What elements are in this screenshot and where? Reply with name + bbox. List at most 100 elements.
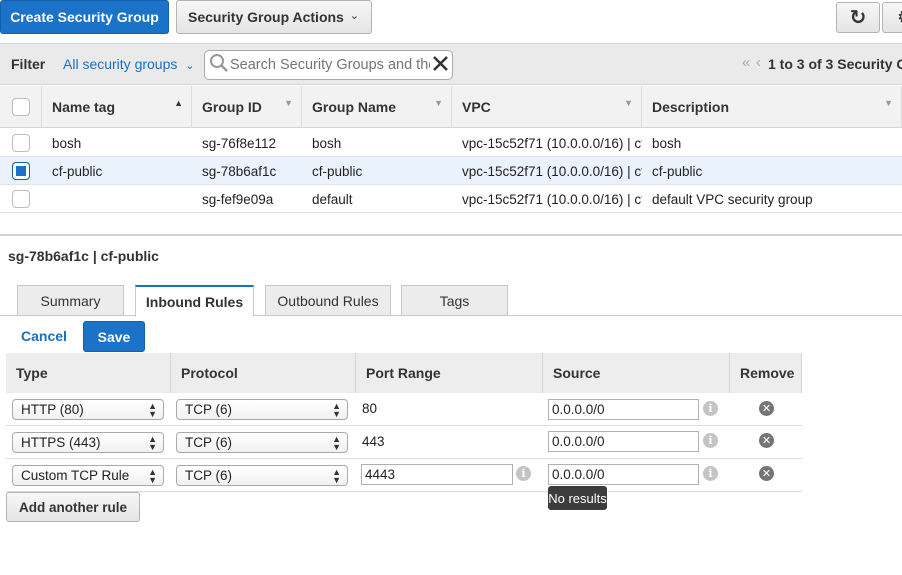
filter-bar: Filter All security groups ⌄ « ‹ 1 to 3 … [0, 43, 902, 85]
first-page-icon[interactable]: « [742, 54, 750, 71]
info-icon[interactable]: i [703, 401, 718, 416]
column-label: Description [652, 99, 730, 115]
rule-port-range: 80 [362, 401, 378, 416]
group-name-cell: cf-public [312, 163, 363, 179]
column-header-group-name[interactable]: Group Name ▼ [302, 86, 452, 128]
group-id-cell: sg-78b6af1c [202, 163, 277, 179]
search-box[interactable] [204, 50, 453, 80]
table-row[interactable]: bosh sg-76f8e112 bosh vpc-15c52f71 (10.0… [0, 129, 902, 157]
rule-divider [6, 458, 802, 459]
security-group-filter-dropdown[interactable]: All security groups ⌄ [63, 56, 195, 72]
chevron-down-icon: ⌄ [349, 10, 359, 22]
settings-button[interactable]: ⚙ [882, 2, 902, 33]
tab-summary[interactable]: Summary [17, 285, 124, 316]
info-icon[interactable]: i [516, 466, 531, 481]
refresh-button[interactable]: ↻ [836, 2, 880, 33]
rule-source-input[interactable]: 0.0.0.0/0 [548, 464, 699, 485]
sort-icon: ▼ [284, 98, 293, 108]
refresh-icon: ↻ [849, 7, 867, 29]
column-label: VPC [462, 99, 491, 115]
row-checkbox[interactable] [12, 190, 30, 208]
tab-outbound-rules[interactable]: Outbound Rules [265, 285, 391, 316]
select-arrows-icon: ▲ ▼ [148, 467, 157, 485]
rules-header-remove: Remove [730, 353, 802, 393]
column-header-group-id[interactable]: Group ID ▼ [192, 86, 302, 128]
prev-page-icon[interactable]: ‹ [756, 54, 761, 71]
rules-header-port-range: Port Range [356, 353, 543, 393]
no-results-tooltip: No results [548, 486, 607, 510]
remove-rule-icon[interactable]: ✕ [759, 401, 774, 416]
filter-label: Filter [11, 56, 46, 72]
pagination-text: 1 to 3 of 3 Security Groups [768, 56, 902, 72]
select-arrows-icon: ▲ ▼ [148, 401, 157, 419]
row-checkbox[interactable] [12, 162, 30, 180]
group-name-cell: default [312, 191, 353, 207]
select-arrows-icon: ▲ ▼ [148, 434, 157, 452]
select-all-cell [0, 86, 42, 128]
remove-rule-icon[interactable]: ✕ [759, 466, 774, 481]
select-all-checkbox[interactable] [12, 98, 30, 116]
rule-type-select[interactable]: HTTP (80) ▲ ▼ [12, 399, 164, 420]
rule-protocol-select[interactable]: TCP (6) ▲ ▼ [176, 432, 348, 453]
rules-header-protocol: Protocol [171, 353, 356, 393]
select-arrows-icon: ▲ ▼ [332, 434, 341, 452]
save-button[interactable]: Save [83, 321, 145, 352]
column-label: Group ID [202, 99, 262, 115]
select-arrows-icon: ▲ ▼ [332, 401, 341, 419]
rule-protocol-select[interactable]: TCP (6) ▲ ▼ [176, 465, 348, 486]
rule-type-select[interactable]: Custom TCP Rule ▲ ▼ [12, 465, 164, 486]
chevron-down-icon: ⌄ [185, 60, 195, 72]
vpc-cell: vpc-15c52f71 (10.0.0.0/16) | cf [462, 191, 642, 207]
vpc-cell: vpc-15c52f71 (10.0.0.0/16) | cf [462, 135, 642, 151]
sort-icon: ▼ [884, 98, 893, 108]
column-header-name-tag[interactable]: Name tag ▲ [42, 86, 192, 128]
vpc-cell: vpc-15c52f71 (10.0.0.0/16) | cf [462, 163, 642, 179]
sort-ascending-icon: ▲ [174, 98, 183, 108]
gear-icon: ⚙ [897, 7, 902, 28]
rules-header-type: Type [6, 353, 171, 393]
tab-tags[interactable]: Tags [401, 285, 508, 316]
info-icon[interactable]: i [703, 466, 718, 481]
description-cell: cf-public [652, 163, 703, 179]
row-checkbox[interactable] [12, 134, 30, 152]
clear-search-icon[interactable] [431, 54, 451, 74]
group-name-cell: bosh [312, 135, 342, 151]
tab-inbound-rules[interactable]: Inbound Rules [135, 285, 254, 317]
info-icon[interactable]: i [703, 433, 718, 448]
rule-protocol-value: TCP (6) [185, 402, 233, 417]
remove-rule-icon[interactable]: ✕ [759, 433, 774, 448]
name-tag-cell: cf-public [52, 163, 103, 179]
table-row-selected[interactable]: cf-public sg-78b6af1c cf-public vpc-15c5… [0, 157, 902, 185]
add-another-rule-button[interactable]: Add another rule [6, 492, 140, 522]
description-cell: default VPC security group [652, 191, 813, 207]
group-id-cell: sg-76f8e112 [202, 135, 277, 151]
cancel-button[interactable]: Cancel [21, 328, 67, 344]
rule-type-value: HTTP (80) [21, 402, 84, 417]
rule-source-input[interactable]: 0.0.0.0/0 [548, 399, 699, 420]
rule-source-input[interactable]: 0.0.0.0/0 [548, 431, 699, 452]
rule-protocol-value: TCP (6) [185, 468, 233, 483]
rule-divider [6, 425, 802, 426]
column-header-description[interactable]: Description ▼ [642, 86, 902, 128]
name-tag-cell [52, 185, 192, 213]
rule-type-value: HTTPS (443) [21, 435, 101, 450]
sort-icon: ▼ [624, 98, 633, 108]
rule-port-range-input[interactable]: 4443 [361, 464, 513, 485]
create-security-group-button[interactable]: Create Security Group [0, 0, 169, 34]
description-cell: bosh [652, 135, 682, 151]
rule-type-select[interactable]: HTTPS (443) ▲ ▼ [12, 432, 164, 453]
rule-port-range: 443 [362, 434, 385, 449]
rule-type-value: Custom TCP Rule [21, 468, 130, 483]
search-input[interactable] [230, 54, 430, 76]
pane-divider[interactable] [0, 234, 902, 236]
column-label: Name tag [52, 99, 116, 115]
detail-title: sg-78b6af1c | cf-public [8, 248, 159, 264]
rule-protocol-select[interactable]: TCP (6) ▲ ▼ [176, 399, 348, 420]
column-header-vpc[interactable]: VPC ▼ [452, 86, 642, 128]
security-group-actions-label: Security Group Actions [188, 9, 344, 25]
security-group-actions-button[interactable]: Security Group Actions ⌄ [176, 0, 372, 34]
column-label: Group Name [312, 99, 397, 115]
table-row[interactable]: sg-fef9e09a default vpc-15c52f71 (10.0.0… [0, 185, 902, 213]
sort-icon: ▼ [434, 98, 443, 108]
search-icon [209, 53, 229, 73]
